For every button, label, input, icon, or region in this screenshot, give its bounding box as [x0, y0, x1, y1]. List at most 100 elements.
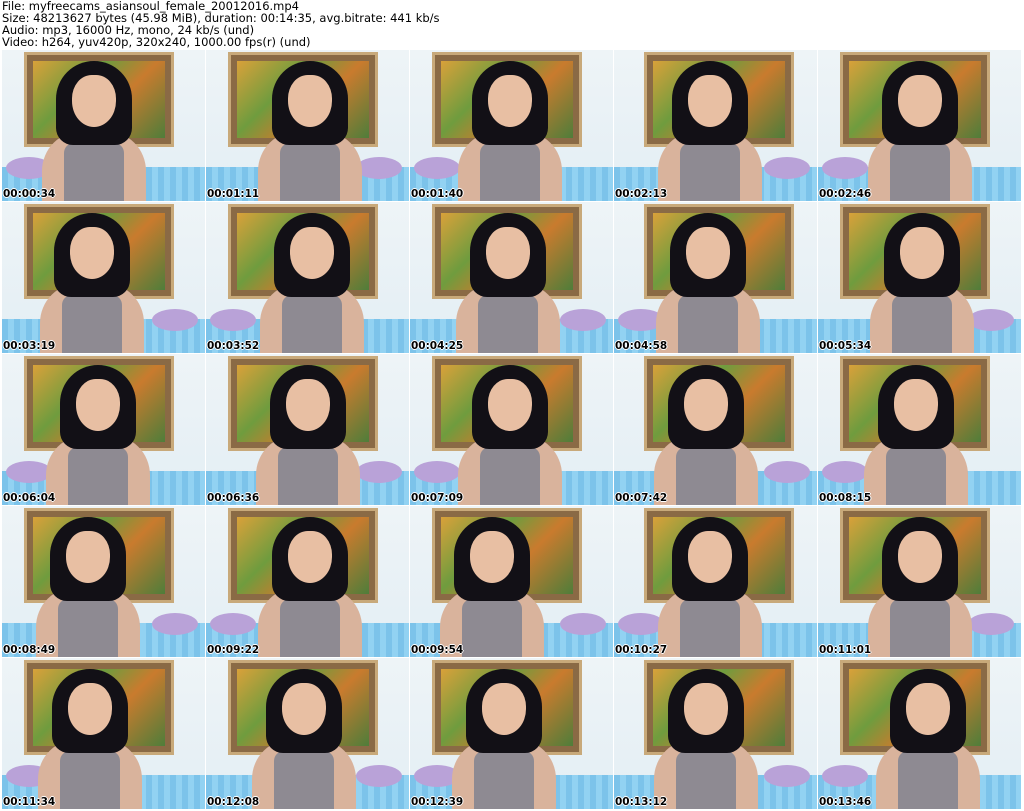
person — [42, 61, 146, 201]
grey-top — [274, 751, 334, 809]
video-thumbnail: 00:03:52 — [206, 202, 409, 353]
timestamp-label: 00:03:52 — [207, 340, 260, 352]
video-thumbnail: 00:12:08 — [206, 658, 409, 809]
face — [70, 227, 114, 279]
grey-top — [890, 599, 950, 657]
face — [288, 75, 332, 127]
grey-top — [892, 295, 952, 353]
face — [290, 227, 334, 279]
video-thumbnail: 00:07:09 — [410, 354, 613, 505]
face — [488, 379, 532, 431]
grey-top — [886, 447, 946, 505]
video-thumbnail: 00:04:58 — [614, 202, 817, 353]
person — [458, 61, 562, 201]
face — [72, 75, 116, 127]
timestamp-label: 00:09:54 — [411, 644, 464, 656]
video-thumbnail: 00:04:25 — [410, 202, 613, 353]
purple-pillow — [822, 765, 868, 787]
face — [470, 531, 514, 583]
grey-top — [462, 599, 522, 657]
video-thumbnail: 00:00:34 — [2, 50, 205, 201]
person — [40, 213, 144, 353]
purple-pillow — [414, 157, 460, 179]
purple-pillow — [968, 613, 1014, 635]
timestamp-label: 00:03:19 — [3, 340, 56, 352]
purple-pillow — [764, 461, 810, 483]
timestamp-label: 00:01:40 — [411, 188, 464, 200]
video-thumbnail: 00:06:04 — [2, 354, 205, 505]
purple-pillow — [414, 461, 460, 483]
face — [76, 379, 120, 431]
face — [288, 531, 332, 583]
timestamp-label: 00:04:58 — [615, 340, 668, 352]
timestamp-label: 00:04:25 — [411, 340, 464, 352]
grey-top — [676, 447, 736, 505]
grey-top — [474, 751, 534, 809]
person — [458, 365, 562, 505]
video-thumbnail: 00:10:27 — [614, 506, 817, 657]
video-thumbnail: 00:09:54 — [410, 506, 613, 657]
purple-pillow — [822, 461, 868, 483]
grey-top — [278, 447, 338, 505]
video-thumbnail: 00:07:42 — [614, 354, 817, 505]
purple-pillow — [822, 157, 868, 179]
grey-top — [280, 143, 340, 201]
person — [654, 365, 758, 505]
grey-top — [62, 295, 122, 353]
face — [482, 683, 526, 735]
grey-top — [60, 751, 120, 809]
grey-top — [280, 599, 340, 657]
video-thumbnail: 00:02:13 — [614, 50, 817, 201]
timestamp-label: 00:08:15 — [819, 492, 872, 504]
grey-top — [898, 751, 958, 809]
face — [684, 683, 728, 735]
video-thumbnail: 00:11:01 — [818, 506, 1021, 657]
grey-top — [58, 599, 118, 657]
timestamp-label: 00:13:46 — [819, 796, 872, 808]
face — [282, 683, 326, 735]
person — [258, 517, 362, 657]
person — [658, 517, 762, 657]
video-thumbnail: 00:06:36 — [206, 354, 409, 505]
timestamp-label: 00:02:46 — [819, 188, 872, 200]
grey-top — [676, 751, 736, 809]
face — [686, 227, 730, 279]
person — [868, 61, 972, 201]
person — [656, 213, 760, 353]
purple-pillow — [210, 309, 256, 331]
face — [688, 75, 732, 127]
person — [876, 669, 980, 809]
person — [654, 669, 758, 809]
grey-top — [68, 447, 128, 505]
timestamp-label: 00:05:34 — [819, 340, 872, 352]
face — [900, 227, 944, 279]
person — [452, 669, 556, 809]
video-thumbnail: 00:12:39 — [410, 658, 613, 809]
purple-pillow — [356, 461, 402, 483]
face — [898, 75, 942, 127]
timestamp-label: 00:02:13 — [615, 188, 668, 200]
person — [440, 517, 544, 657]
video-thumbnail: 00:08:15 — [818, 354, 1021, 505]
timestamp-label: 00:09:22 — [207, 644, 260, 656]
grey-top — [680, 143, 740, 201]
person — [864, 365, 968, 505]
face — [488, 75, 532, 127]
person — [46, 365, 150, 505]
video-thumbnail: 00:01:40 — [410, 50, 613, 201]
person — [252, 669, 356, 809]
purple-pillow — [356, 157, 402, 179]
grey-top — [64, 143, 124, 201]
video-thumbnail: 00:03:19 — [2, 202, 205, 353]
video-thumbnail: 00:13:12 — [614, 658, 817, 809]
grey-top — [282, 295, 342, 353]
person — [870, 213, 974, 353]
purple-pillow — [152, 613, 198, 635]
purple-pillow — [560, 309, 606, 331]
person — [868, 517, 972, 657]
face — [684, 379, 728, 431]
purple-pillow — [152, 309, 198, 331]
purple-pillow — [210, 613, 256, 635]
face — [66, 531, 110, 583]
person — [36, 517, 140, 657]
